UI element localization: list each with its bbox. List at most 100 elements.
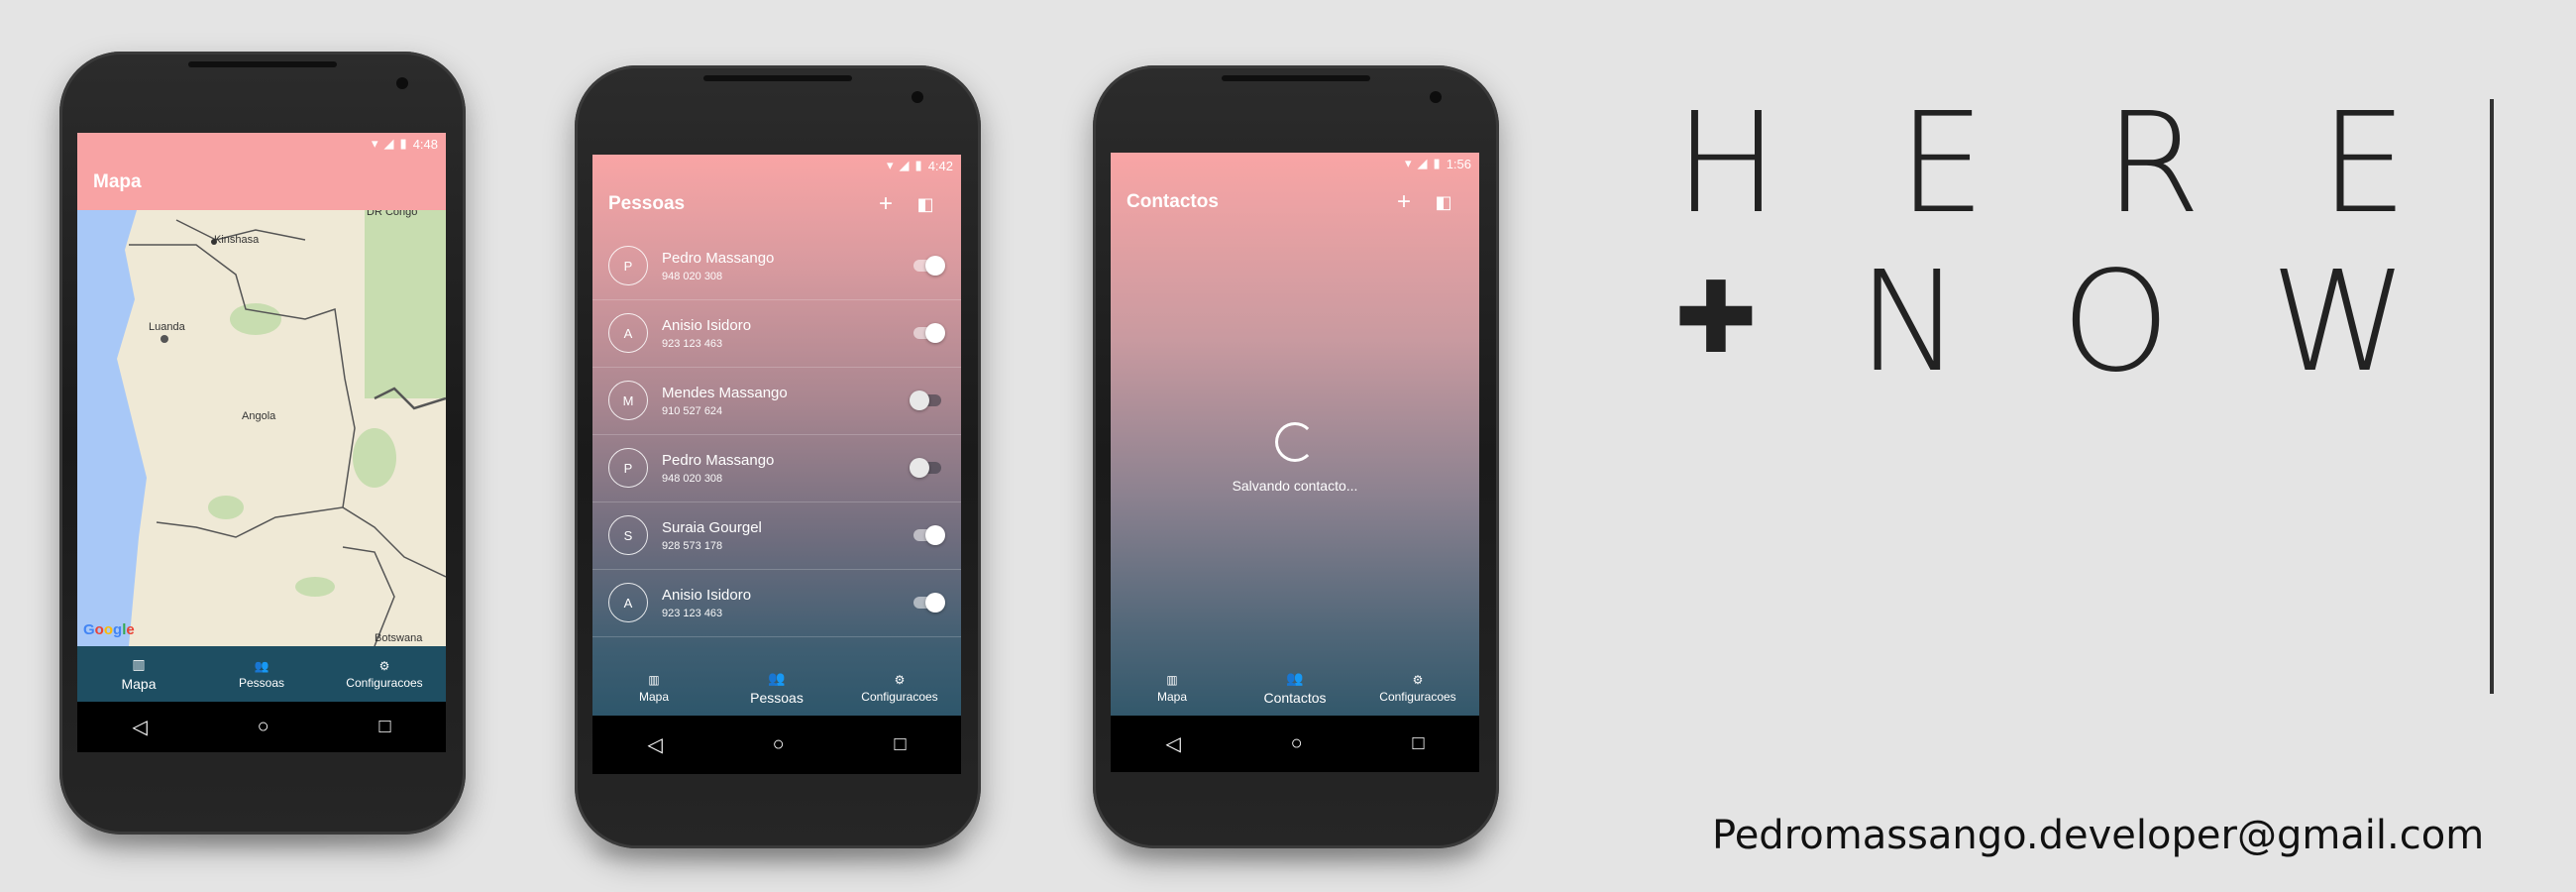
brand-letter: H [1674,83,1779,245]
status-time: 4:42 [927,158,953,173]
tracking-toggle[interactable] [910,458,941,478]
nav-item-pessoas[interactable]: 👥 Pessoas [200,646,323,702]
back-icon[interactable]: ◁ [647,732,662,757]
nav-item-mapa[interactable]: ▥ Mapa [77,646,200,702]
battery-icon: ▮ [914,158,922,172]
nav-item-mapa[interactable]: ▥ Mapa [1111,660,1234,716]
back-icon[interactable]: ◁ [132,715,147,739]
add-button[interactable]: + [866,190,906,218]
signal-icon: ◢ [383,136,394,151]
nav-item-pessoas[interactable]: 👥 Pessoas [715,660,838,716]
tracking-toggle[interactable] [913,593,945,613]
tracking-toggle[interactable] [913,256,945,276]
loading-text: Salvando contacto... [1232,478,1358,494]
list-item[interactable]: M Mendes Massango 910 527 624 [592,367,961,434]
contact-name: Suraia Gourgel [662,518,762,536]
avatar: P [608,448,648,488]
vertical-divider [2490,99,2494,694]
brand-letter: R [2104,83,2201,245]
brand-letter: E [2319,83,2408,245]
status-time: 1:56 [1446,156,1471,171]
tracking-toggle[interactable] [913,525,945,545]
status-bar: ▾ ◢ ▮ 4:42 [592,155,961,176]
battery-icon: ▮ [1433,156,1441,170]
brand-letter: W [2270,242,2408,403]
contact-phone: 910 527 624 [662,404,723,417]
wifi-icon: ▾ [1405,156,1412,170]
bottom-nav: ▥ Mapa 👥 Contactos ⚙ Configuracoes [1111,660,1479,716]
home-icon[interactable]: ○ [1291,732,1303,755]
add-button[interactable]: + [1384,188,1424,216]
back-icon[interactable]: ◁ [1165,731,1180,756]
avatar: A [608,583,648,622]
app-bar: Pessoas + ◧ [592,176,961,232]
map-graphic [77,210,446,646]
people-icon: 👥 [768,670,786,686]
google-logo: Google [83,621,135,638]
contact-email: Pedromassango.developer@gmail.com [1712,813,2485,858]
list-item[interactable]: A Anisio Isidoro 923 123 463 [592,299,961,367]
map-label-angola: Angola [242,410,276,422]
nav-item-configuracoes[interactable]: ⚙ Configuracoes [1356,660,1479,716]
system-nav: ◁ ○ □ [1111,716,1479,772]
contact-name: Pedro Massango [662,451,775,469]
nav-item-configuracoes[interactable]: ⚙ Configuracoes [838,660,961,716]
nav-label: Configuracoes [861,689,938,704]
brand-letter: N [1857,242,1962,403]
nav-label: Mapa [1156,689,1188,704]
page-title: Contactos [1127,191,1219,212]
map-label-dr-congo: DR Congo [367,210,418,218]
gear-icon: ⚙ [1412,672,1424,687]
signal-icon: ◢ [1417,156,1428,170]
contacts-book-icon[interactable]: ◧ [906,194,945,215]
map-icon: ▥ [1166,672,1178,687]
tracking-toggle[interactable] [913,323,945,343]
status-bar: ▾ ◢ ▮ 4:48 [77,133,446,155]
contact-phone: 928 573 178 [662,539,723,552]
front-camera [1430,91,1442,103]
system-nav: ◁ ○ □ [592,716,961,774]
list-item[interactable]: P Pedro Massango 948 020 308 [592,434,961,502]
map-view[interactable]: Kinshasa Luanda Angola Botswana DR Congo… [77,210,446,646]
contact-phone: 948 020 308 [662,270,723,282]
recents-icon[interactable]: □ [894,733,906,756]
status-time: 4:48 [412,136,438,152]
recents-icon[interactable]: □ [378,716,390,738]
home-icon[interactable]: ○ [258,716,269,738]
avatar: P [608,246,648,285]
front-camera [396,77,408,89]
recents-icon[interactable]: □ [1412,732,1424,755]
list-item[interactable]: P Pedro Massango 948 020 308 [592,232,961,299]
phone-contacts: ▾ ◢ ▮ 1:56 Contactos + ◧ Salvando contac… [1093,65,1499,848]
list-item[interactable]: S Suraia Gourgel 928 573 178 [592,502,961,569]
home-icon[interactable]: ○ [773,733,785,756]
people-icon: 👥 [254,658,269,673]
signal-icon: ◢ [899,158,910,172]
phone-map: ▾ ◢ ▮ 4:48 Mapa Kinshasa Luanda Angola B… [59,52,466,835]
nav-label: Contactos [1263,690,1327,706]
nav-item-contactos[interactable]: 👥 Contactos [1234,660,1356,716]
contact-phone: 923 123 463 [662,607,723,619]
gear-icon: ⚙ [378,658,390,673]
bottom-nav: ▥ Mapa 👥 Pessoas ⚙ Configuracoes [592,660,961,716]
contact-name: Anisio Isidoro [662,586,752,604]
loading-spinner [1275,422,1315,462]
map-screen: ▾ ◢ ▮ 4:48 Mapa Kinshasa Luanda Angola B… [77,133,446,752]
app-bar: Contactos + ◧ [1111,174,1479,230]
map-label-kinshasa: Kinshasa [214,234,260,246]
contacts-screen: ▾ ◢ ▮ 1:56 Contactos + ◧ Salvando contac… [1111,153,1479,772]
contacts-book-icon[interactable]: ◧ [1424,192,1463,213]
list-item[interactable]: A Anisio Isidoro 923 123 463 [592,569,961,636]
speaker-grille [1222,75,1370,81]
tracking-toggle[interactable] [910,390,941,410]
map-label-botswana: Botswana [375,632,423,644]
nav-item-configuracoes[interactable]: ⚙ Configuracoes [323,646,446,702]
front-camera [912,91,923,103]
nav-label: Configuracoes [346,675,423,690]
system-nav: ◁ ○ □ [77,702,446,752]
nav-item-mapa[interactable]: ▥ Mapa [592,660,715,716]
brand-letter: E [1897,83,1986,245]
speaker-grille [188,61,337,67]
avatar: M [608,381,648,420]
avatar: A [608,313,648,353]
